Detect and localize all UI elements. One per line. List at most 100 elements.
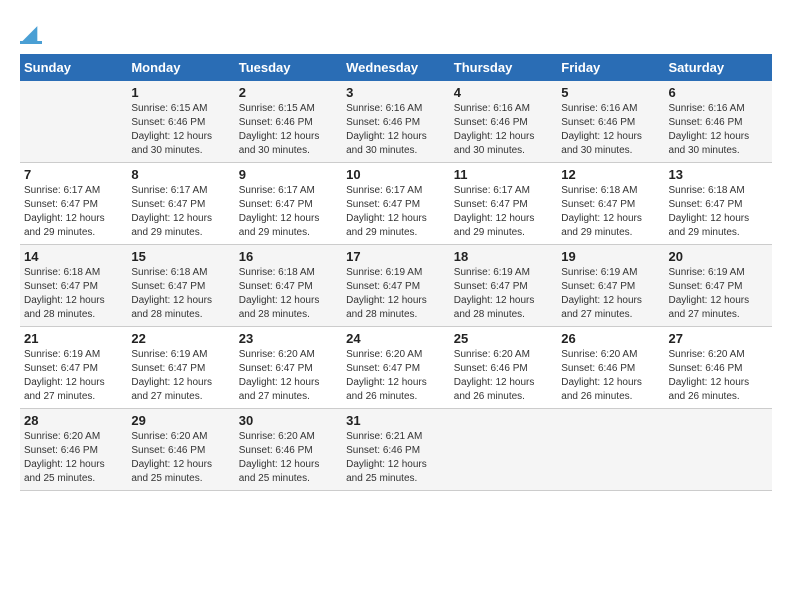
day-info: Sunrise: 6:16 AM Sunset: 6:46 PM Dayligh… — [454, 102, 553, 158]
calendar-cell: 3 Sunrise: 6:16 AM Sunset: 6:46 PM Daylig… — [342, 81, 450, 163]
calendar-cell: 11 Sunrise: 6:17 AM Sunset: 6:47 PM Dayli… — [450, 163, 557, 245]
page-header: ◢ — [20, 20, 772, 44]
calendar-cell: 4 Sunrise: 6:16 AM Sunset: 6:46 PM Daylig… — [450, 81, 557, 163]
day-number: 20 — [669, 249, 768, 264]
calendar-week-row: 7 Sunrise: 6:17 AM Sunset: 6:47 PM Daylig… — [20, 163, 772, 245]
calendar-cell: 5Sunrise: 6:16 AM Sunset: 6:46 PM Daylig… — [557, 81, 664, 163]
day-number: 14 — [24, 249, 123, 264]
column-header-thursday: Thursday — [450, 54, 557, 81]
calendar-body: 1 Sunrise: 6:15 AM Sunset: 6:46 PM Daylig… — [20, 81, 772, 491]
day-info: Sunrise: 6:20 AM Sunset: 6:46 PM Dayligh… — [24, 430, 123, 486]
day-info: Sunrise: 6:19 AM Sunset: 6:47 PM Dayligh… — [346, 266, 446, 322]
day-number: 27 — [669, 331, 768, 346]
calendar-cell: 1 Sunrise: 6:15 AM Sunset: 6:46 PM Daylig… — [127, 81, 234, 163]
calendar-week-row: 1 Sunrise: 6:15 AM Sunset: 6:46 PM Daylig… — [20, 81, 772, 163]
day-info: Sunrise: 6:18 AM Sunset: 6:47 PM Dayligh… — [24, 266, 123, 322]
day-info: Sunrise: 6:20 AM Sunset: 6:46 PM Dayligh… — [131, 430, 230, 486]
day-number: 25 — [454, 331, 553, 346]
day-number: 24 — [346, 331, 446, 346]
day-info: Sunrise: 6:20 AM Sunset: 6:47 PM Dayligh… — [239, 348, 338, 404]
calendar-cell — [665, 409, 772, 491]
day-number: 12 — [561, 167, 660, 182]
calendar-cell: 27 Sunrise: 6:20 AM Sunset: 6:46 PM Dayli… — [665, 327, 772, 409]
day-info: Sunrise: 6:21 AM Sunset: 6:46 PM Dayligh… — [346, 430, 446, 486]
calendar-week-row: 21 Sunrise: 6:19 AM Sunset: 6:47 PM Dayli… — [20, 327, 772, 409]
day-number: 31 — [346, 413, 446, 428]
day-info: Sunrise: 6:17 AM Sunset: 6:47 PM Dayligh… — [454, 184, 553, 240]
day-info: Sunrise: 6:20 AM Sunset: 6:46 PM Dayligh… — [669, 348, 768, 404]
calendar-cell: 23 Sunrise: 6:20 AM Sunset: 6:47 PM Dayli… — [235, 327, 342, 409]
logo-underline — [20, 41, 42, 44]
day-number: 9 — [239, 167, 338, 182]
column-header-friday: Friday — [557, 54, 664, 81]
column-header-wednesday: Wednesday — [342, 54, 450, 81]
calendar-cell: 25 Sunrise: 6:20 AM Sunset: 6:46 PM Dayli… — [450, 327, 557, 409]
day-info: Sunrise: 6:20 AM Sunset: 6:47 PM Dayligh… — [346, 348, 446, 404]
column-header-sunday: Sunday — [20, 54, 127, 81]
day-info: Sunrise: 6:15 AM Sunset: 6:46 PM Dayligh… — [239, 102, 338, 158]
column-header-saturday: Saturday — [665, 54, 772, 81]
day-number: 2 — [239, 85, 338, 100]
day-info: Sunrise: 6:15 AM Sunset: 6:46 PM Dayligh… — [131, 102, 230, 158]
calendar-cell: 31 Sunrise: 6:21 AM Sunset: 6:46 PM Dayli… — [342, 409, 450, 491]
day-info: Sunrise: 6:19 AM Sunset: 6:47 PM Dayligh… — [454, 266, 553, 322]
day-info: Sunrise: 6:16 AM Sunset: 6:46 PM Dayligh… — [346, 102, 446, 158]
calendar-week-row: 28 Sunrise: 6:20 AM Sunset: 6:46 PM Dayli… — [20, 409, 772, 491]
day-info: Sunrise: 6:19 AM Sunset: 6:47 PM Dayligh… — [561, 266, 660, 322]
day-info: Sunrise: 6:20 AM Sunset: 6:46 PM Dayligh… — [454, 348, 553, 404]
day-number: 3 — [346, 85, 446, 100]
calendar-cell: 20Sunrise: 6:19 AM Sunset: 6:47 PM Dayli… — [665, 245, 772, 327]
day-number: 8 — [131, 167, 230, 182]
calendar-cell: 26 Sunrise: 6:20 AM Sunset: 6:46 PM Dayli… — [557, 327, 664, 409]
calendar-cell: 21 Sunrise: 6:19 AM Sunset: 6:47 PM Dayli… — [20, 327, 127, 409]
calendar-cell: 6 Sunrise: 6:16 AM Sunset: 6:46 PM Daylig… — [665, 81, 772, 163]
day-info: Sunrise: 6:20 AM Sunset: 6:46 PM Dayligh… — [561, 348, 660, 404]
day-info: Sunrise: 6:18 AM Sunset: 6:47 PM Dayligh… — [669, 184, 768, 240]
calendar-cell: 7 Sunrise: 6:17 AM Sunset: 6:47 PM Daylig… — [20, 163, 127, 245]
calendar-cell: 13Sunrise: 6:18 AM Sunset: 6:47 PM Dayli… — [665, 163, 772, 245]
day-number: 29 — [131, 413, 230, 428]
day-number: 7 — [24, 167, 123, 182]
day-info: Sunrise: 6:19 AM Sunset: 6:47 PM Dayligh… — [131, 348, 230, 404]
calendar-cell: 29 Sunrise: 6:20 AM Sunset: 6:46 PM Dayli… — [127, 409, 234, 491]
day-number: 10 — [346, 167, 446, 182]
calendar-cell: 12Sunrise: 6:18 AM Sunset: 6:47 PM Dayli… — [557, 163, 664, 245]
day-number: 21 — [24, 331, 123, 346]
calendar-cell: 28 Sunrise: 6:20 AM Sunset: 6:46 PM Dayli… — [20, 409, 127, 491]
calendar-cell: 9Sunrise: 6:17 AM Sunset: 6:47 PM Daylig… — [235, 163, 342, 245]
column-header-tuesday: Tuesday — [235, 54, 342, 81]
day-number: 30 — [239, 413, 338, 428]
day-number: 18 — [454, 249, 553, 264]
day-number: 6 — [669, 85, 768, 100]
logo: ◢ — [20, 20, 44, 44]
calendar-cell: 24 Sunrise: 6:20 AM Sunset: 6:47 PM Dayli… — [342, 327, 450, 409]
calendar-cell — [20, 81, 127, 163]
day-info: Sunrise: 6:18 AM Sunset: 6:47 PM Dayligh… — [131, 266, 230, 322]
day-info: Sunrise: 6:17 AM Sunset: 6:47 PM Dayligh… — [131, 184, 230, 240]
calendar-cell: 19 Sunrise: 6:19 AM Sunset: 6:47 PM Dayli… — [557, 245, 664, 327]
day-number: 15 — [131, 249, 230, 264]
day-number: 23 — [239, 331, 338, 346]
day-number: 1 — [131, 85, 230, 100]
day-number: 5 — [561, 85, 660, 100]
day-number: 4 — [454, 85, 553, 100]
day-number: 26 — [561, 331, 660, 346]
day-info: Sunrise: 6:17 AM Sunset: 6:47 PM Dayligh… — [24, 184, 123, 240]
calendar-cell — [450, 409, 557, 491]
day-number: 11 — [454, 167, 553, 182]
day-info: Sunrise: 6:19 AM Sunset: 6:47 PM Dayligh… — [24, 348, 123, 404]
day-info: Sunrise: 6:16 AM Sunset: 6:46 PM Dayligh… — [669, 102, 768, 158]
calendar-table: SundayMondayTuesdayWednesdayThursdayFrid… — [20, 54, 772, 491]
day-number: 28 — [24, 413, 123, 428]
day-number: 19 — [561, 249, 660, 264]
calendar-cell: 15 Sunrise: 6:18 AM Sunset: 6:47 PM Dayli… — [127, 245, 234, 327]
calendar-cell: 16Sunrise: 6:18 AM Sunset: 6:47 PM Dayli… — [235, 245, 342, 327]
calendar-cell — [557, 409, 664, 491]
day-info: Sunrise: 6:17 AM Sunset: 6:47 PM Dayligh… — [346, 184, 446, 240]
calendar-cell: 30Sunrise: 6:20 AM Sunset: 6:46 PM Dayli… — [235, 409, 342, 491]
day-info: Sunrise: 6:18 AM Sunset: 6:47 PM Dayligh… — [239, 266, 338, 322]
calendar-cell: 18 Sunrise: 6:19 AM Sunset: 6:47 PM Dayli… — [450, 245, 557, 327]
calendar-header-row: SundayMondayTuesdayWednesdayThursdayFrid… — [20, 54, 772, 81]
calendar-cell: 10 Sunrise: 6:17 AM Sunset: 6:47 PM Dayli… — [342, 163, 450, 245]
calendar-cell: 17Sunrise: 6:19 AM Sunset: 6:47 PM Dayli… — [342, 245, 450, 327]
